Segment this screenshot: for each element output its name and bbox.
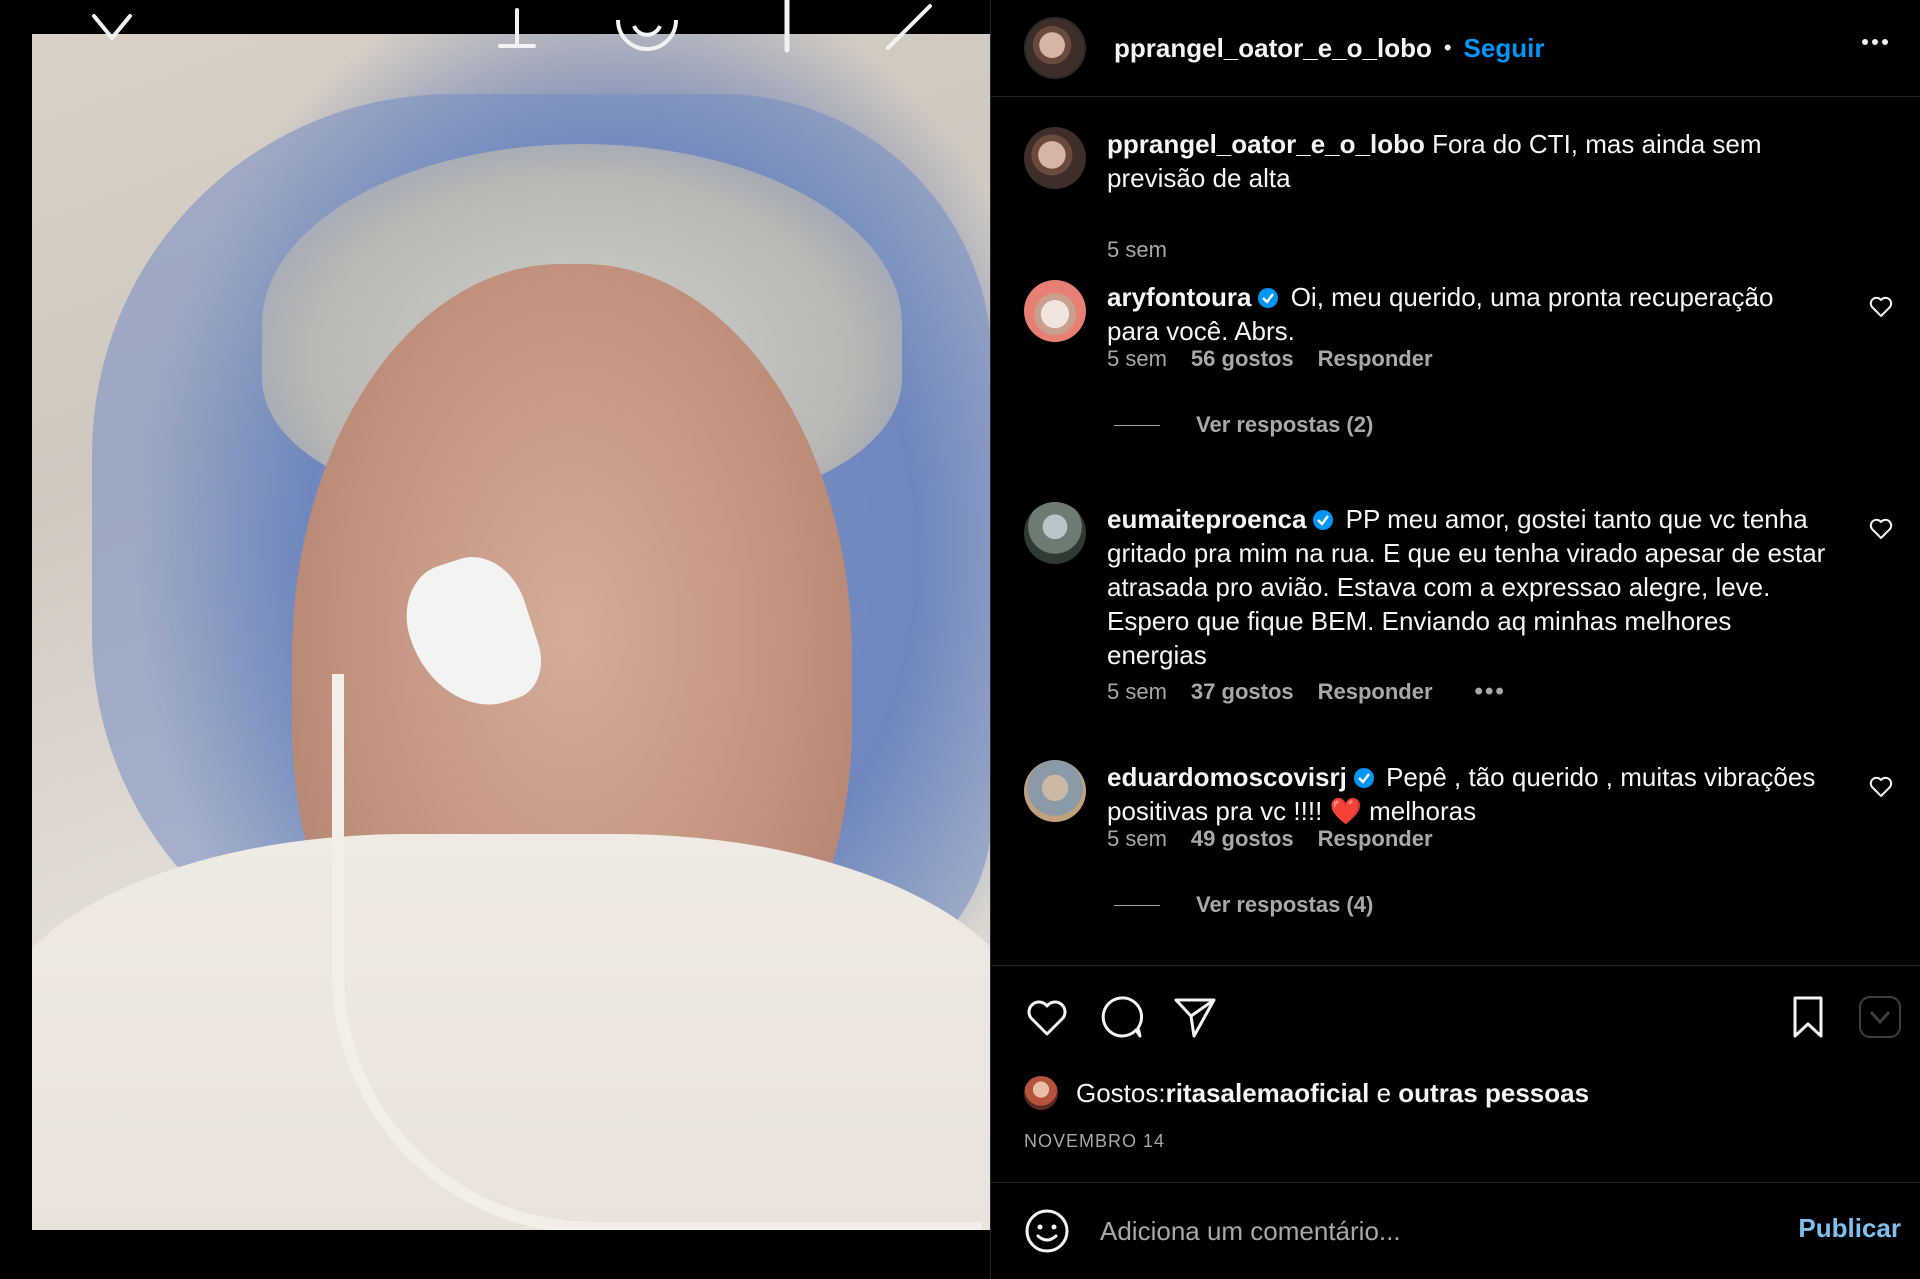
story-overlay-icons — [32, 0, 990, 60]
more-icon[interactable] — [1857, 24, 1893, 60]
comments-list[interactable]: pprangel_oator_e_o_lobo Fora do CTI, mas… — [991, 97, 1920, 965]
separator-dot: • — [1443, 35, 1452, 60]
sticker-icon[interactable] — [612, 0, 682, 58]
caption-time: 5 sem — [1107, 237, 1167, 262]
view-replies-button[interactable]: Ver respostas (2) — [1114, 412, 1373, 438]
comment-time: 5 sem — [1107, 826, 1167, 851]
comment-likes-count[interactable]: 37 gostos — [1191, 679, 1294, 705]
view-replies-button[interactable]: Ver respostas (4) — [1114, 892, 1373, 918]
comment-like-icon[interactable] — [1868, 294, 1894, 320]
reply-button[interactable]: Responder — [1318, 346, 1433, 372]
post-side-panel: pprangel_oator_e_o_lobo • Seguir pprange… — [990, 0, 1920, 1279]
scroll-down-icon[interactable] — [1857, 994, 1903, 1040]
bookmark-icon[interactable] — [1785, 994, 1831, 1040]
publish-button[interactable]: Publicar — [1798, 1213, 1901, 1244]
comment-icon[interactable] — [1098, 994, 1144, 1040]
verified-badge-icon — [1353, 768, 1374, 788]
comment-username[interactable]: eduardomoscovisrj — [1107, 762, 1347, 792]
view-replies-label: Ver respostas (2) — [1196, 412, 1374, 437]
author-avatar[interactable] — [1024, 17, 1086, 79]
download-icon[interactable] — [492, 0, 542, 56]
comment-text-end: melhoras — [1361, 796, 1477, 826]
draw-icon[interactable] — [880, 0, 940, 56]
reply-button[interactable]: Responder — [1318, 826, 1433, 852]
replies-divider-line — [1114, 424, 1160, 426]
comment-item: aryfontoura Oi, meu querido, uma pronta … — [1024, 280, 1894, 460]
verified-badge-icon — [1313, 510, 1334, 530]
comment-text-block: eumaiteproenca PP meu amor, gostei tanto… — [1107, 502, 1827, 672]
comment-like-icon[interactable] — [1868, 516, 1894, 542]
comment-like-icon[interactable] — [1868, 774, 1894, 800]
post-photo[interactable] — [32, 34, 990, 1230]
text-tool-icon[interactable] — [777, 0, 797, 56]
caption-avatar[interactable] — [1024, 127, 1086, 189]
likes-prefix: Gostos: — [1076, 1077, 1166, 1108]
liker-avatar[interactable] — [1024, 1076, 1058, 1110]
emoji-icon[interactable] — [1024, 1208, 1070, 1254]
comment-meta: 5 sem 49 gostos Responder — [1107, 826, 1433, 852]
close-icon[interactable] — [84, 8, 140, 48]
comment-meta: 5 sem 56 gostos Responder — [1107, 346, 1433, 372]
liker-username[interactable]: ritasalemaoficial — [1166, 1078, 1370, 1109]
comment-username[interactable]: eumaiteproenca — [1107, 504, 1306, 534]
likes-middle: e — [1369, 1077, 1399, 1108]
likes-others-link[interactable]: outras pessoas — [1398, 1078, 1589, 1109]
comment-input[interactable] — [1100, 1206, 1740, 1256]
comment-avatar[interactable] — [1024, 502, 1086, 564]
share-icon[interactable] — [1172, 994, 1218, 1040]
view-replies-label: Ver respostas (4) — [1196, 892, 1374, 917]
comment-time: 5 sem — [1107, 346, 1167, 371]
comment-meta: 5 sem 37 gostos Responder ••• — [1107, 678, 1506, 706]
post-date: NOVEMBRO 14 — [1024, 1131, 1166, 1151]
replies-divider-line — [1114, 904, 1160, 906]
red-heart-emoji: ❤️ — [1329, 796, 1362, 826]
media-panel — [0, 0, 990, 1279]
post-actions-section: Gostos: ritasalemaoficial e outras pesso… — [991, 965, 1920, 1183]
comment-item: eumaiteproenca PP meu amor, gostei tanto… — [1024, 502, 1894, 705]
verified-badge-icon — [1258, 288, 1279, 308]
comment-likes-count[interactable]: 56 gostos — [1191, 346, 1294, 372]
add-comment-bar: Publicar — [991, 1183, 1920, 1279]
comment-more-button[interactable]: ••• — [1475, 678, 1506, 706]
reply-button[interactable]: Responder — [1318, 679, 1433, 705]
post-header: pprangel_oator_e_o_lobo • Seguir — [991, 0, 1920, 97]
comment-avatar[interactable] — [1024, 280, 1086, 342]
follow-button[interactable]: Seguir — [1464, 33, 1545, 64]
post-caption: pprangel_oator_e_o_lobo Fora do CTI, mas… — [1024, 127, 1894, 262]
comment-likes-count[interactable]: 49 gostos — [1191, 826, 1294, 852]
comment-text-block: eduardomoscovisrj Pepê , tão querido , m… — [1107, 760, 1827, 828]
comment-username[interactable]: aryfontoura — [1107, 282, 1251, 312]
photo-tube — [332, 674, 982, 1230]
heart-icon[interactable] — [1024, 994, 1070, 1040]
caption-text-block: pprangel_oator_e_o_lobo Fora do CTI, mas… — [1107, 127, 1827, 195]
comment-time: 5 sem — [1107, 679, 1167, 704]
likes-summary: Gostos: ritasalemaoficial e outras pesso… — [1024, 1076, 1589, 1110]
caption-meta: 5 sem — [1107, 237, 1167, 263]
comment-item: eduardomoscovisrj Pepê , tão querido , m… — [1024, 760, 1894, 940]
author-username[interactable]: pprangel_oator_e_o_lobo — [1114, 33, 1432, 64]
comment-text-block: aryfontoura Oi, meu querido, uma pronta … — [1107, 280, 1827, 348]
comment-avatar[interactable] — [1024, 760, 1086, 822]
caption-username[interactable]: pprangel_oator_e_o_lobo — [1107, 129, 1425, 159]
